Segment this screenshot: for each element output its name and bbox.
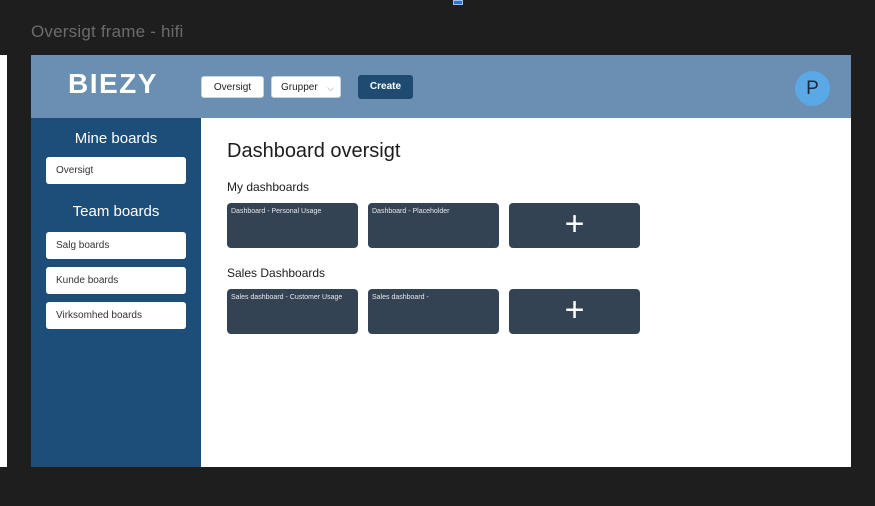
dashboard-card[interactable]: Sales dashboard -	[368, 289, 499, 334]
app-frame: BIEZY Oversigt Grupper ⌵ Create P Mine b…	[31, 55, 851, 467]
sidebar-item-salg-boards[interactable]: Salg boards	[46, 232, 186, 259]
chevron-down-icon: ⌵	[327, 83, 334, 93]
top-navigation-bar: BIEZY Oversigt Grupper ⌵ Create P	[31, 55, 851, 118]
dashboard-card[interactable]: Dashboard - Personal Usage	[227, 203, 358, 248]
grupper-dropdown[interactable]: Grupper ⌵	[271, 76, 341, 98]
plus-icon: +	[564, 205, 585, 243]
oversigt-button[interactable]: Oversigt	[201, 76, 264, 98]
add-sales-dashboard-button[interactable]: +	[509, 289, 640, 334]
team-boards-heading: Team boards	[72, 203, 160, 220]
dashboard-card[interactable]: Dashboard - Placeholder	[368, 203, 499, 248]
plus-icon: +	[564, 291, 585, 329]
create-button[interactable]: Create	[358, 75, 413, 99]
sidebar-item-virksomhed-boards[interactable]: Virksomhed boards	[46, 302, 186, 329]
sidebar: Mine boards Oversigt Team boards Salg bo…	[31, 118, 201, 467]
section-label-my-dashboards: My dashboards	[227, 180, 310, 194]
user-avatar[interactable]: P	[795, 71, 830, 106]
mine-boards-heading: Mine boards	[74, 130, 158, 147]
frame-title[interactable]: Oversigt frame - hifi	[31, 22, 184, 42]
selection-handle[interactable]	[453, 0, 463, 5]
section-label-sales-dashboards: Sales Dashboards	[227, 266, 326, 280]
adjacent-frame-edge	[0, 55, 7, 467]
page-title: Dashboard oversigt	[227, 140, 401, 162]
dashboard-card[interactable]: Sales dashboard - Customer Usage	[227, 289, 358, 334]
add-dashboard-button[interactable]: +	[509, 203, 640, 248]
grupper-label: Grupper	[281, 82, 318, 93]
sidebar-item-oversigt[interactable]: Oversigt	[46, 157, 186, 184]
app-logo[interactable]: BIEZY	[68, 68, 158, 100]
sidebar-item-kunde-boards[interactable]: Kunde boards	[46, 267, 186, 294]
